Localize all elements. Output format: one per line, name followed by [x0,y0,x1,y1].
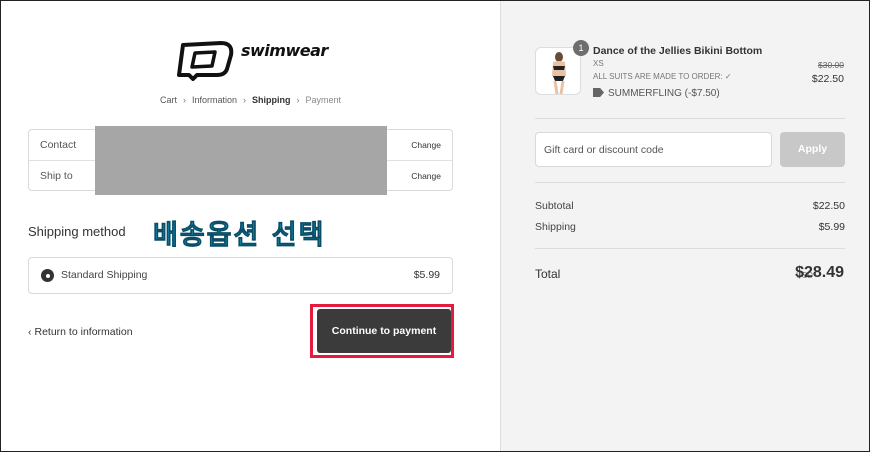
breadcrumb-information[interactable]: Information [192,95,237,105]
product-variant: XS [593,59,604,68]
return-to-information-link[interactable]: ‹ Return to information [28,326,133,338]
checkout-main: swimwear Cart › Information › Shipping › Payme… [1,1,500,451]
shipping-value: $5.99 [818,221,845,233]
breadcrumb-payment: Payment [305,95,342,105]
order-summary: 1 Dance of the Jellies Bikini Bottom XS … [500,1,869,451]
subtotal-label: Subtotal [535,200,574,212]
subtotal-row: Subtotal $22.50 [535,200,845,212]
chevron-right-icon: › [182,95,186,105]
shipping-method-heading: Shipping method [28,224,126,239]
brand-logo[interactable]: swimwear [175,39,328,81]
shipping-option-standard[interactable]: Standard Shipping $5.99 [28,257,453,294]
return-label: Return to information [34,326,133,338]
divider [535,118,845,119]
contact-label: Contact [40,139,77,151]
divider [535,182,845,183]
redacted-info [95,126,387,195]
discount-code-input[interactable]: Gift card or discount code [535,132,772,167]
product-price: $22.50 [811,73,844,85]
tag-icon [593,88,604,97]
swimsuit-model-icon [552,52,566,94]
shipping-row: Shipping $5.99 [535,221,845,233]
subtotal-value: $22.50 [812,200,845,212]
chevron-right-icon: › [296,95,300,105]
radio-selected-icon[interactable] [41,269,54,282]
logo-mark-icon [177,41,234,81]
shipping-option-price: $5.99 [413,269,440,281]
original-price: $30.00 [818,60,844,70]
product-note: ALL SUITS ARE MADE TO ORDER: ✓ [593,72,732,81]
ship-to-label: Ship to [40,170,73,182]
product-thumbnail [535,47,581,95]
continue-to-payment-button[interactable]: Continue to payment [317,309,451,353]
product-discount: SUMMERFLING (-$7.50) [593,88,720,99]
quantity-badge: 1 [573,40,589,56]
change-contact-link[interactable]: Change [411,140,441,150]
breadcrumb-shipping: Shipping [252,95,291,105]
annotation-caption: 배송옵션 선택 [153,220,326,252]
discount-code: SUMMERFLING (-$7.50) [608,88,720,99]
breadcrumb-cart[interactable]: Cart [160,95,177,105]
breadcrumb: Cart › Information › Shipping › Payment [1,95,500,105]
shipping-label: Shipping [535,221,576,233]
total-amount: $28.49 [795,264,844,281]
apply-button[interactable]: Apply [780,132,845,167]
total-label: Total [535,267,561,281]
brand-name: swimwear [241,41,328,60]
product-name: Dance of the Jellies Bikini Bottom [593,45,763,57]
divider [535,248,845,249]
chevron-right-icon: › [243,95,246,105]
change-address-link[interactable]: Change [411,171,441,181]
shipping-option-label: Standard Shipping [61,269,148,281]
chevron-left-icon: ‹ [28,326,32,338]
